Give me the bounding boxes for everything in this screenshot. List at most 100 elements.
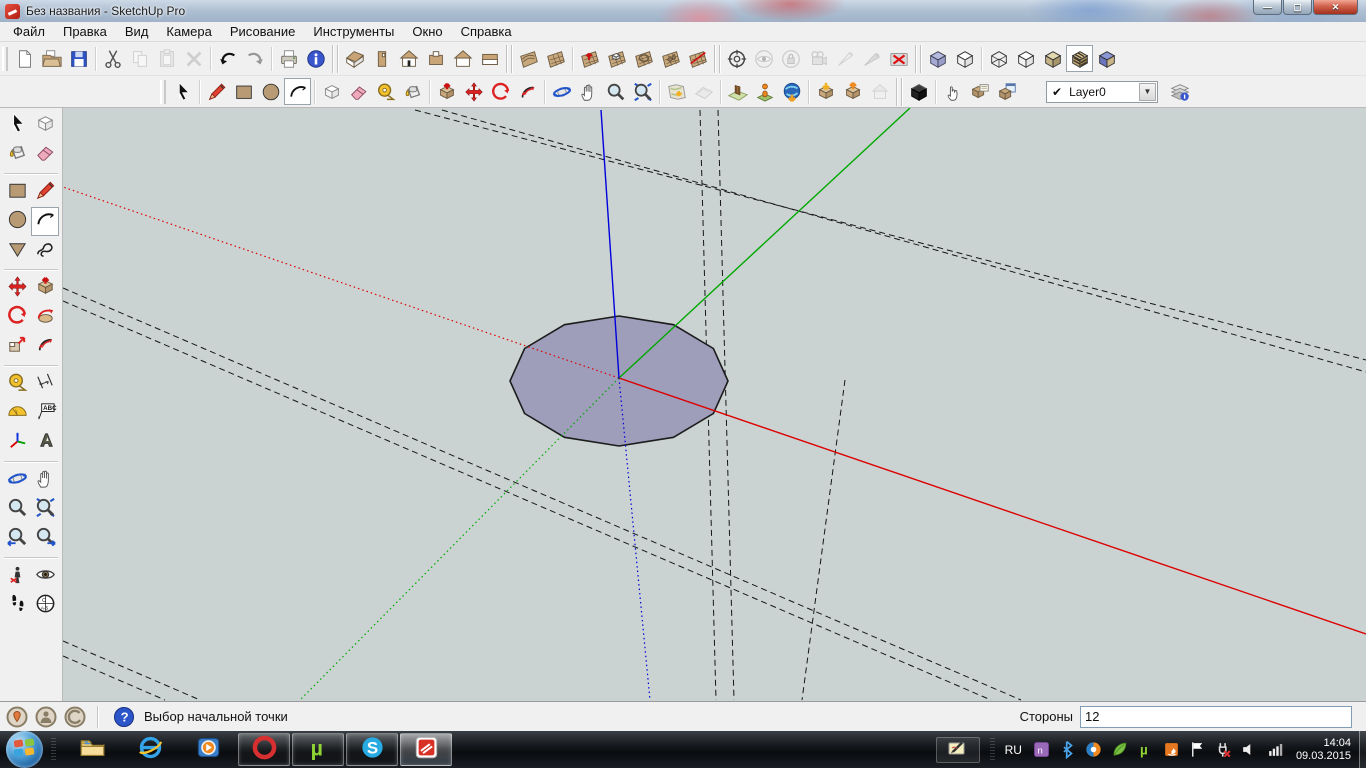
tool-rect-button[interactable] xyxy=(3,178,31,207)
add-location-button[interactable] xyxy=(663,78,690,105)
tool-polygon-button[interactable] xyxy=(3,236,31,265)
tool-move-button[interactable] xyxy=(3,274,31,303)
tool-tape-button[interactable] xyxy=(3,370,31,399)
view-left-button[interactable] xyxy=(476,45,503,72)
cut-button[interactable] xyxy=(99,45,126,72)
tool-zoomprev-button[interactable] xyxy=(3,524,31,553)
tray-power-error-icon[interactable] xyxy=(1214,740,1233,759)
redo-button[interactable] xyxy=(241,45,268,72)
menu-item-6[interactable]: Инструменты xyxy=(304,22,403,41)
select-button[interactable] xyxy=(169,78,196,105)
photo-textures-button[interactable] xyxy=(724,78,751,105)
camera-frustum-button[interactable] xyxy=(831,45,858,72)
tool-scale-button[interactable] xyxy=(3,332,31,361)
view-iso-button[interactable] xyxy=(341,45,368,72)
tool-lookaround-button[interactable] xyxy=(31,562,59,591)
erase-button[interactable] xyxy=(180,45,207,72)
view-top-button[interactable] xyxy=(422,45,449,72)
taskbar-explorer-button[interactable] xyxy=(64,733,120,766)
lock-camera-button[interactable] xyxy=(777,45,804,72)
minimize-button[interactable]: — xyxy=(1253,0,1282,15)
line-button[interactable] xyxy=(203,78,230,105)
interact-button[interactable] xyxy=(939,78,966,105)
model-credits-icon[interactable] xyxy=(34,705,58,729)
viewport-canvas[interactable] xyxy=(63,108,1366,701)
tray-volume-icon[interactable] xyxy=(1240,740,1259,759)
taskbar-skype-button[interactable]: S xyxy=(346,733,398,766)
tray-purple-app-icon[interactable]: n xyxy=(1032,740,1051,759)
chevron-down-icon[interactable]: ▼ xyxy=(1139,83,1156,101)
new-button[interactable] xyxy=(11,45,38,72)
tool-select-button[interactable] xyxy=(3,111,31,140)
sandbox-from-scratch-button[interactable] xyxy=(542,45,569,72)
style-shaded-textures-button[interactable] xyxy=(1066,45,1093,72)
menu-item-8[interactable]: Справка xyxy=(452,22,521,41)
tray-leaf-app-icon[interactable] xyxy=(1110,740,1129,759)
model-info-button[interactable] xyxy=(302,45,329,72)
rectangle-button[interactable] xyxy=(230,78,257,105)
tray-utorrent-tray-icon[interactable]: µ xyxy=(1136,740,1155,759)
toolbar-grip[interactable] xyxy=(160,80,166,104)
reset-camera-button[interactable] xyxy=(885,45,912,72)
layer-dropdown[interactable]: ✔Layer0▼ xyxy=(1046,81,1158,103)
share-component-button[interactable] xyxy=(866,78,893,105)
tool-dims-button[interactable] xyxy=(31,370,59,399)
tool-protractor-button[interactable] xyxy=(3,399,31,428)
taskbar-sketchup-button[interactable] xyxy=(400,733,452,766)
tool-circle-button[interactable] xyxy=(3,207,31,236)
tray-java-icon[interactable] xyxy=(1162,740,1181,759)
language-indicator[interactable]: RU xyxy=(1005,743,1022,757)
offset-button[interactable] xyxy=(514,78,541,105)
show-desktop-button[interactable] xyxy=(1359,731,1366,768)
circle-button[interactable] xyxy=(257,78,284,105)
tray-network-icon[interactable] xyxy=(1266,740,1285,759)
geo-location-icon[interactable] xyxy=(5,705,29,729)
close-button[interactable]: ✕ xyxy=(1313,0,1358,15)
clock[interactable]: 14:04 09.03.2015 xyxy=(1296,737,1351,763)
taskbar-internet-explorer-button[interactable] xyxy=(122,733,178,766)
share-model-button[interactable] xyxy=(839,78,866,105)
move-button[interactable] xyxy=(460,78,487,105)
film-camera-button[interactable] xyxy=(804,45,831,72)
start-button[interactable] xyxy=(6,731,43,768)
tool-followme-button[interactable] xyxy=(31,303,59,332)
paint-bucket-button[interactable] xyxy=(399,78,426,105)
drape-button[interactable] xyxy=(630,45,657,72)
taskbar-media-player-button[interactable] xyxy=(180,733,236,766)
style-monochrome-button[interactable] xyxy=(1093,45,1120,72)
preview-in-google-earth-button[interactable] xyxy=(778,78,805,105)
print-button[interactable] xyxy=(275,45,302,72)
tool-pan-button[interactable] xyxy=(31,466,59,495)
view-right-button[interactable] xyxy=(368,45,395,72)
restore-button[interactable]: ▢ xyxy=(1283,0,1312,15)
tool-orbit-button[interactable] xyxy=(3,466,31,495)
flip-edge-button[interactable] xyxy=(684,45,711,72)
view-front-button[interactable] xyxy=(395,45,422,72)
component-options-button[interactable] xyxy=(966,78,993,105)
style-hidden-line-button[interactable] xyxy=(1012,45,1039,72)
tool-axes-button[interactable] xyxy=(3,428,31,457)
menu-item-5[interactable]: Рисование xyxy=(221,22,304,41)
tool-line-button[interactable] xyxy=(31,178,59,207)
stamp-button[interactable] xyxy=(603,45,630,72)
tape-measure-button[interactable] xyxy=(372,78,399,105)
sandbox-from-contours-button[interactable] xyxy=(515,45,542,72)
style-xray-button[interactable] xyxy=(924,45,951,72)
tool-make-component-button[interactable] xyxy=(31,111,59,140)
save-button[interactable] xyxy=(65,45,92,72)
tool-paint-button[interactable] xyxy=(3,140,31,169)
camera-volume-button[interactable] xyxy=(858,45,885,72)
tool-arc-button[interactable] xyxy=(31,207,59,236)
tray-aimp-icon[interactable] xyxy=(1084,740,1103,759)
pan-button[interactable] xyxy=(575,78,602,105)
zoom-extents-button[interactable] xyxy=(629,78,656,105)
tray-action-center-flag-icon[interactable] xyxy=(1188,740,1207,759)
taskbar-utorrent-button[interactable]: µ xyxy=(292,733,344,766)
get-models-button[interactable] xyxy=(812,78,839,105)
layer-manager-button[interactable] xyxy=(1166,78,1193,105)
tray-bluetooth-icon[interactable] xyxy=(1058,740,1077,759)
tool-zoomnext-button[interactable] xyxy=(31,524,59,553)
circle-face[interactable] xyxy=(510,316,728,446)
tool-section-button[interactable]: CA-5 xyxy=(31,591,59,620)
tool-poscam-button[interactable] xyxy=(3,562,31,591)
